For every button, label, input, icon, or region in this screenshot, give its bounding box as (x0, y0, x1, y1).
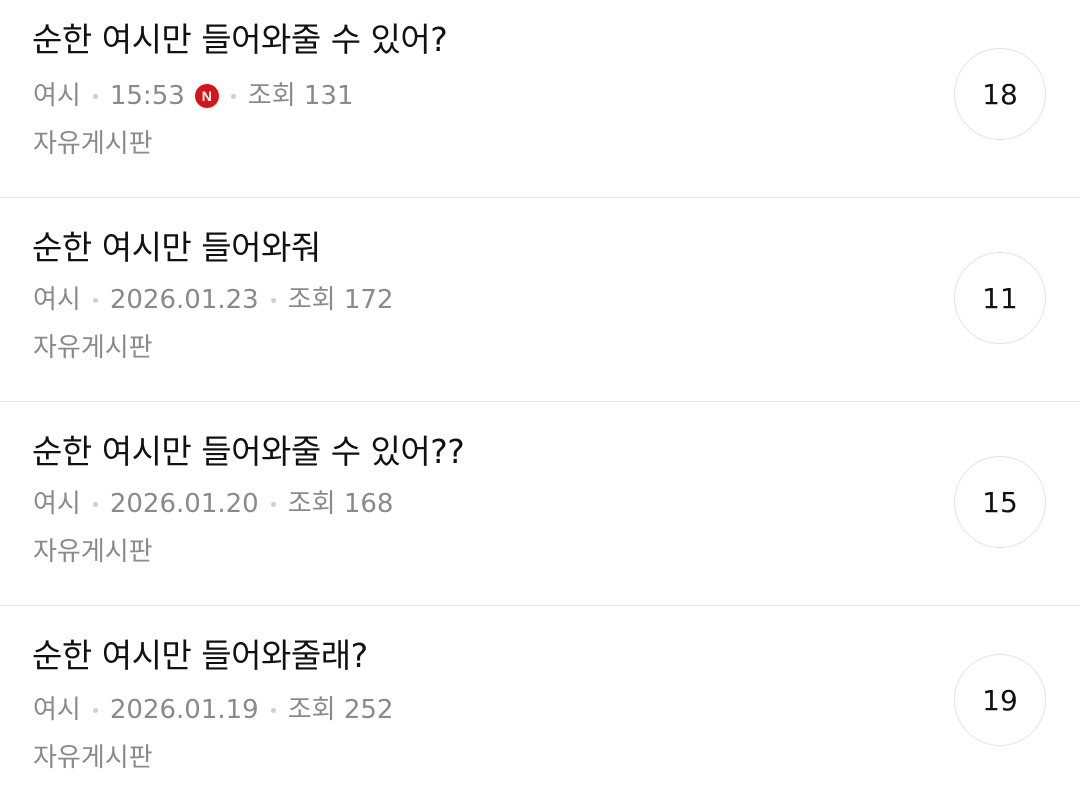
post-views: 조회 252 (287, 695, 394, 725)
post-board: 자유게시판 (33, 129, 153, 159)
separator-dot (270, 297, 276, 303)
comment-count-button[interactable]: 15 (954, 456, 1046, 548)
post-views: 조회 168 (287, 489, 394, 519)
comment-count-button[interactable]: 11 (954, 252, 1046, 344)
post-item[interactable]: 순한 여시만 들어와줄 수 있어? 여시 15:53 N 조회 131 자유게시… (0, 0, 1080, 198)
post-board: 자유게시판 (33, 537, 153, 567)
post-time: 2026.01.23 (109, 285, 259, 315)
post-meta: 여시 2026.01.20 조회 168 (33, 486, 393, 522)
post-meta: 여시 2026.01.19 조회 252 (33, 692, 393, 728)
post-list: 순한 여시만 들어와줄 수 있어? 여시 15:53 N 조회 131 자유게시… (0, 0, 1080, 795)
post-item[interactable]: 순한 여시만 들어와줘 여시 2026.01.23 조회 172 자유게시판 1… (0, 198, 1080, 402)
post-time: 2026.01.19 (109, 695, 259, 725)
new-badge-icon: N (194, 84, 219, 108)
separator-dot (230, 93, 236, 99)
post-time: 15:53 (109, 81, 185, 111)
post-item[interactable]: 순한 여시만 들어와줄 수 있어?? 여시 2026.01.20 조회 168 … (0, 402, 1080, 606)
separator-dot (92, 93, 98, 99)
post-time: 2026.01.20 (109, 489, 259, 519)
post-title[interactable]: 순한 여시만 들어와줄래? (32, 634, 368, 678)
post-title[interactable]: 순한 여시만 들어와줘 (32, 226, 321, 270)
separator-dot (92, 297, 98, 303)
post-meta: 여시 15:53 N 조회 131 (33, 78, 354, 114)
post-title[interactable]: 순한 여시만 들어와줄 수 있어? (32, 18, 448, 62)
post-author: 여시 (33, 81, 81, 111)
post-views: 조회 131 (247, 81, 354, 111)
post-board: 자유게시판 (33, 743, 153, 773)
post-meta: 여시 2026.01.23 조회 172 (33, 282, 393, 318)
comment-count-button[interactable]: 18 (954, 48, 1046, 140)
post-item[interactable]: 순한 여시만 들어와줄래? 여시 2026.01.19 조회 252 자유게시판… (0, 606, 1080, 795)
comment-count-button[interactable]: 19 (954, 654, 1046, 746)
post-board: 자유게시판 (33, 333, 153, 363)
post-author: 여시 (33, 489, 81, 519)
separator-dot (92, 501, 98, 507)
separator-dot (92, 707, 98, 713)
post-title[interactable]: 순한 여시만 들어와줄 수 있어?? (32, 430, 465, 474)
separator-dot (270, 501, 276, 507)
post-author: 여시 (33, 285, 81, 315)
separator-dot (270, 707, 276, 713)
post-author: 여시 (33, 695, 81, 725)
post-views: 조회 172 (287, 285, 394, 315)
